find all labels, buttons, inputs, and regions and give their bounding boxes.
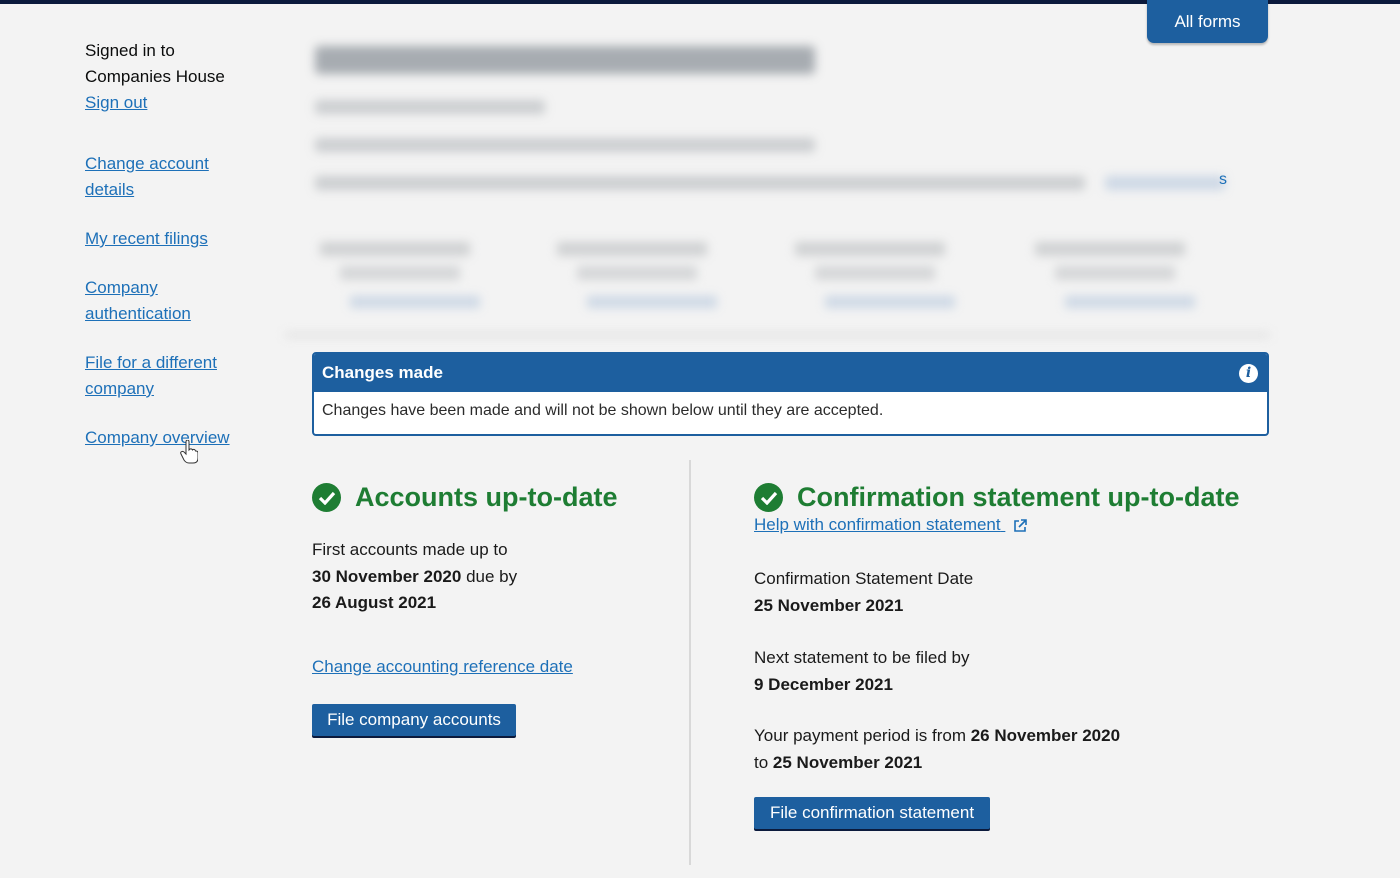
external-link-icon — [1014, 518, 1028, 532]
all-forms-button[interactable]: All forms — [1147, 0, 1268, 43]
blurred-divider — [285, 333, 1270, 337]
partial-link-text: s — [1219, 171, 1227, 188]
company-header-blurred — [285, 8, 1270, 338]
payment-period-block: Your payment period is from 26 November … — [754, 726, 1121, 772]
confirmation-status: Confirmation statement up-to-date — [754, 482, 1274, 513]
next-statement-date: 9 December 2021 — [754, 674, 893, 694]
confirmation-date-block: Confirmation Statement Date 25 November … — [754, 569, 974, 615]
info-icon: i — [1239, 363, 1258, 383]
next-statement-block: Next statement to be filed by 9 December… — [754, 648, 970, 694]
blurred-card — [785, 236, 965, 316]
accounts-details: First accounts made up to 30 November 20… — [312, 540, 518, 612]
help-confirmation-statement-link[interactable]: Help with confirmation statement — [754, 515, 1028, 535]
confirmation-heading: Confirmation statement up-to-date — [797, 482, 1240, 512]
change-accounting-reference-date-link[interactable]: Change accounting reference date — [312, 657, 573, 677]
check-circle-icon — [312, 483, 341, 512]
blurred-card — [310, 236, 490, 316]
company-authentication-link[interactable]: Company authentication — [85, 275, 275, 327]
accounts-status: Accounts up-to-date — [312, 482, 672, 513]
sidebar: Signed in to Companies House Sign out Ch… — [85, 38, 275, 474]
column-divider — [689, 460, 691, 865]
blurred-line — [315, 176, 1085, 190]
accounts-section: Accounts up-to-date First accounts made … — [312, 482, 672, 617]
change-account-details-link[interactable]: Change account details — [85, 151, 275, 203]
accounts-due-date: 26 August 2021 — [312, 593, 437, 612]
blurred-link — [1105, 176, 1225, 190]
blurred-card — [547, 236, 727, 316]
made-up-to-date: 30 November 2020 — [312, 566, 462, 586]
my-recent-filings-link[interactable]: My recent filings — [85, 226, 275, 252]
company-name-placeholder — [315, 46, 815, 74]
sign-out-link[interactable]: Sign out — [85, 93, 147, 112]
blurred-line — [315, 100, 545, 114]
banner-title: Changes made — [322, 363, 443, 382]
changes-made-banner: Changes made i Changes have been made an… — [312, 352, 1269, 436]
banner-header: Changes made i — [314, 354, 1267, 392]
check-circle-icon — [754, 483, 783, 512]
confirmation-section: Confirmation statement up-to-date — [754, 482, 1274, 513]
banner-message: Changes have been made and will not be s… — [322, 402, 884, 419]
hand-cursor-icon — [180, 440, 198, 464]
sidebar-nav: Change account details My recent filings… — [85, 151, 275, 451]
accounts-heading: Accounts up-to-date — [355, 482, 618, 512]
blurred-line — [315, 138, 815, 152]
file-company-accounts-button[interactable]: File company accounts — [312, 704, 516, 736]
blurred-card — [1025, 236, 1205, 316]
file-confirmation-statement-button[interactable]: File confirmation statement — [754, 797, 990, 829]
payment-period-to: 25 November 2021 — [772, 752, 923, 772]
signed-in-text: Signed in to Companies House — [85, 41, 225, 86]
file-for-different-company-link[interactable]: File for a different company — [85, 350, 275, 402]
confirmation-date-value: 25 November 2021 — [754, 595, 904, 615]
payment-period-from: 26 November 2020 — [970, 726, 1121, 745]
